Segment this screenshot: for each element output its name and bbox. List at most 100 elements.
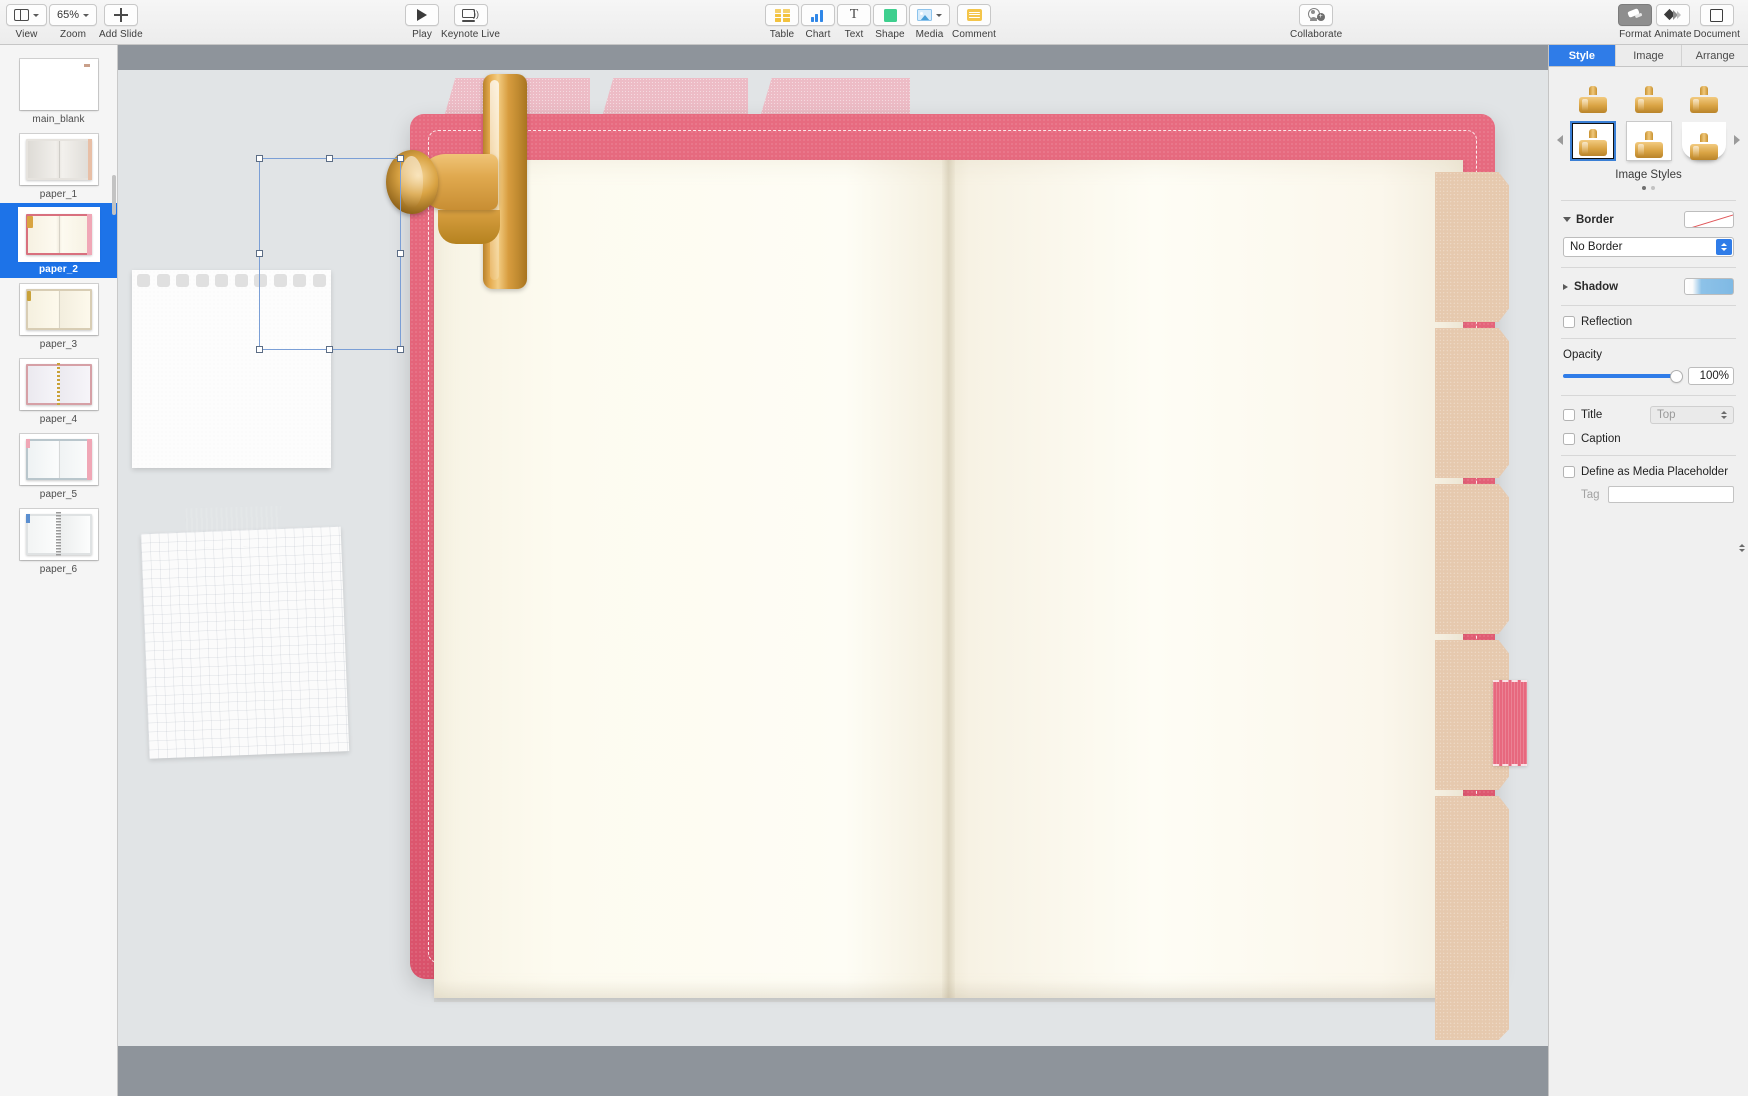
image-style-option-4[interactable]	[1570, 121, 1616, 161]
border-preview-swatch[interactable]	[1684, 211, 1734, 228]
thumbnail-image	[19, 134, 98, 185]
border-select-stepper-icon[interactable]	[1716, 239, 1732, 255]
slide-thumbnail-paper_1[interactable]: paper_1	[0, 128, 117, 203]
opacity-stepper[interactable]	[1736, 1, 1747, 1095]
divider	[1561, 305, 1736, 306]
format-label: Format	[1619, 28, 1652, 40]
tag-input[interactable]	[1607, 486, 1734, 503]
resize-handle-middle-left[interactable]	[256, 250, 263, 257]
title-position-value: Top	[1657, 409, 1676, 421]
opacity-slider[interactable]	[1563, 369, 1682, 383]
title-caption-section: Title Top Caption	[1549, 406, 1748, 445]
image-styles-pager[interactable]	[1571, 186, 1726, 190]
collaborate-button[interactable]: + Collaborate	[1290, 0, 1342, 40]
tag-row: Tag	[1563, 486, 1734, 503]
title-checkbox[interactable]	[1563, 409, 1575, 421]
table-button[interactable]: Table	[765, 0, 799, 40]
title-position-select[interactable]: Top	[1650, 406, 1734, 424]
shadow-preview-swatch[interactable]	[1684, 278, 1734, 295]
image-style-option-3[interactable]	[1682, 75, 1726, 113]
zoom-button[interactable]: 65% Zoom	[49, 0, 98, 40]
notepad-perforation	[137, 274, 326, 287]
add-slide-button[interactable]: Add Slide	[99, 0, 143, 40]
slide-thumbnail-main_blank[interactable]: main_blank	[0, 53, 117, 128]
comment-button[interactable]: Comment	[952, 0, 996, 40]
gold-binder-clip[interactable]	[378, 74, 528, 289]
caption-row[interactable]: Caption	[1563, 433, 1734, 445]
opacity-control: 100%	[1563, 367, 1745, 552]
opacity-value-field[interactable]: 100%	[1688, 367, 1734, 385]
resize-handle-top-left[interactable]	[256, 155, 263, 162]
media-button[interactable]: Media	[909, 0, 950, 40]
grid-paper-image[interactable]	[140, 526, 350, 759]
resize-handle-bottom-right[interactable]	[397, 346, 404, 353]
resize-handle-top-center[interactable]	[326, 155, 333, 162]
notepad-image[interactable]	[132, 270, 331, 468]
border-style-select[interactable]: No Border	[1563, 237, 1734, 257]
toolbar-insert-group: Table Chart T Text Shape Media Comment	[765, 0, 996, 45]
thumbnail-image	[19, 59, 98, 110]
border-header[interactable]: Border	[1563, 211, 1734, 228]
document-label: Document	[1693, 28, 1740, 40]
zoom-value: 65%	[57, 9, 80, 21]
image-style-option-6[interactable]	[1682, 122, 1726, 160]
tab-style[interactable]: Style	[1549, 45, 1616, 66]
opacity-label: Opacity	[1563, 349, 1602, 361]
washi-tape-image[interactable]	[185, 506, 282, 548]
animate-button[interactable]: Animate	[1654, 0, 1692, 40]
media-placeholder-checkbox[interactable]	[1563, 466, 1575, 478]
slide-thumbnail-paper_2[interactable]: paper_2	[0, 203, 117, 278]
divider	[1561, 200, 1736, 201]
notebook-image[interactable]	[386, 74, 1527, 1040]
image-style-option-5[interactable]	[1626, 122, 1671, 160]
document-button[interactable]: Document	[1694, 0, 1740, 40]
canvas-top-gutter	[118, 45, 1548, 70]
keynote-window: View 65% Zoom Add Slide Play )) Keynote …	[0, 0, 1748, 1096]
image-style-option-1[interactable]	[1571, 75, 1615, 113]
media-placeholder-row[interactable]: Define as Media Placeholder	[1563, 466, 1734, 478]
play-button[interactable]: Play	[405, 0, 439, 40]
collaborate-icon: +	[1307, 8, 1325, 22]
chart-button[interactable]: Chart	[801, 0, 835, 40]
chevron-down-icon	[83, 13, 90, 17]
caption-checkbox[interactable]	[1563, 433, 1575, 445]
navigator-scrollbar[interactable]	[112, 175, 116, 215]
tab-image[interactable]: Image	[1615, 45, 1683, 66]
shadow-header[interactable]: Shadow	[1563, 278, 1734, 295]
image-style-option-2[interactable]	[1627, 75, 1671, 113]
format-icon	[1627, 8, 1643, 22]
view-button[interactable]: View	[6, 0, 47, 40]
reflection-checkbox[interactable]	[1563, 316, 1575, 328]
reflection-row[interactable]: Reflection	[1563, 316, 1734, 328]
text-button[interactable]: T Text	[837, 0, 871, 40]
animate-icon	[1664, 8, 1682, 21]
styles-prev-arrow-icon[interactable]	[1557, 135, 1563, 145]
notebook-pages	[434, 160, 1527, 1040]
keynote-live-button[interactable]: )) Keynote Live	[441, 0, 500, 40]
shadow-title: Shadow	[1574, 280, 1619, 293]
disclosure-triangle-icon[interactable]	[1563, 217, 1571, 222]
page-bottom-shading	[434, 980, 1463, 1002]
canvas-bottom-gutter	[118, 1071, 1548, 1096]
format-button[interactable]: Format	[1618, 0, 1653, 40]
shape-icon	[883, 8, 897, 22]
disclosure-triangle-icon[interactable]	[1563, 283, 1568, 290]
opacity-section: Opacity 100%	[1549, 349, 1748, 552]
shape-button[interactable]: Shape	[873, 0, 907, 40]
inspector-content: Image Styles Border No Border Shadow Ref…	[1549, 67, 1748, 552]
slide-label: paper_2	[38, 264, 79, 275]
chart-icon	[810, 9, 826, 22]
slide-canvas[interactable]	[118, 70, 1548, 1046]
slide-thumbnail-paper_4[interactable]: paper_4	[0, 353, 117, 428]
animate-label: Animate	[1654, 28, 1692, 40]
slide-thumbnail-paper_5[interactable]: paper_5	[0, 428, 117, 503]
slide-thumbnail-paper_6[interactable]: paper_6	[0, 503, 117, 578]
title-position-stepper-icon[interactable]	[1716, 408, 1732, 422]
slide-thumbnail-paper_3[interactable]: paper_3	[0, 278, 117, 353]
thumbnail-image	[19, 434, 98, 485]
thumbnail-image	[19, 509, 98, 560]
title-row[interactable]: Title Top	[1563, 406, 1734, 424]
display-audio-icon: ))	[462, 8, 479, 22]
image-styles-row-2	[1570, 121, 1726, 161]
slide-navigator[interactable]: main_blank paper_1 paper_2 paper_3 paper…	[0, 45, 118, 1096]
